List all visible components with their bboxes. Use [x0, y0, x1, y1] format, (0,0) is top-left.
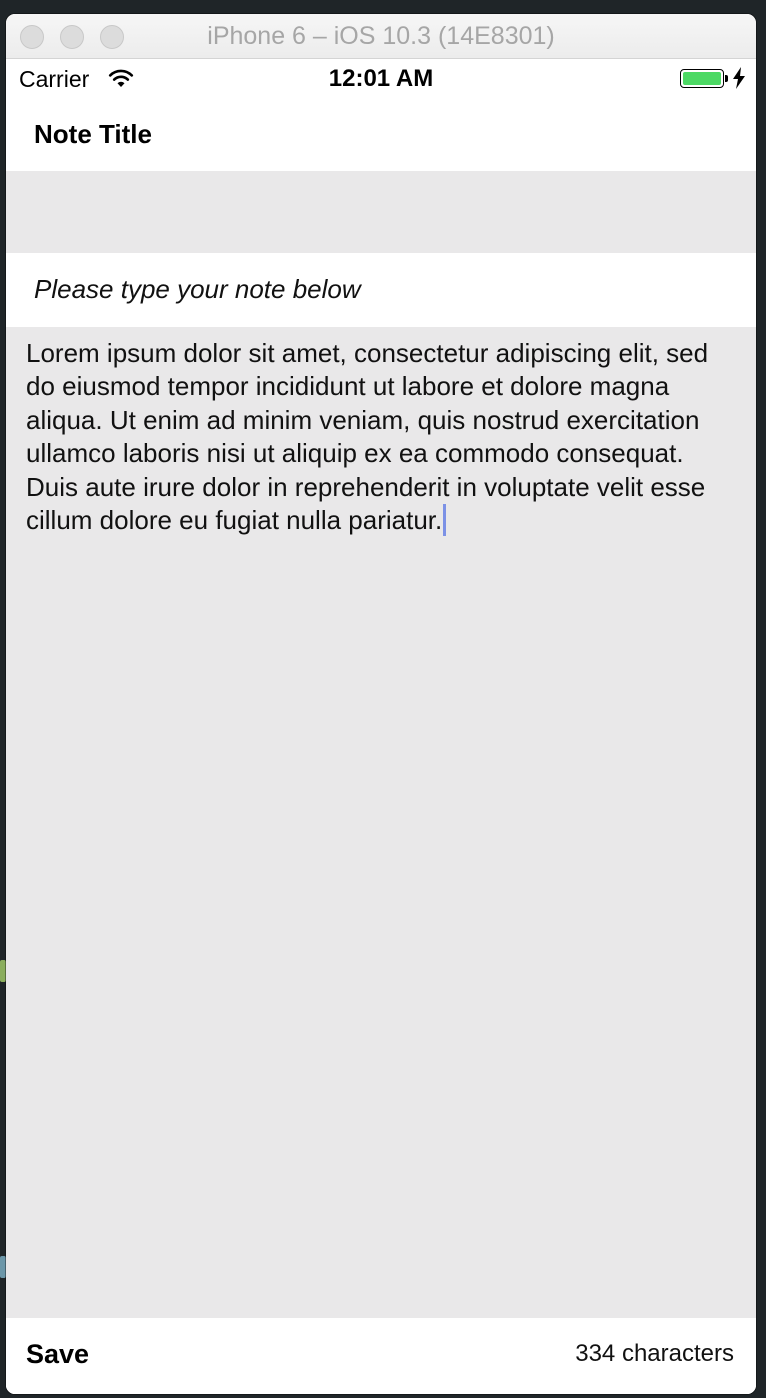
note-prompt-row: Please type your note below [6, 253, 756, 327]
note-body-textarea[interactable]: Lorem ipsum dolor sit amet, consectetur … [6, 327, 756, 1318]
text-cursor [443, 504, 447, 537]
window-title: iPhone 6 – iOS 10.3 (14E8301) [207, 22, 555, 50]
note-body-content: Lorem ipsum dolor sit amet, consectetur … [26, 338, 716, 536]
device-screen: Carrier 12:01 AM Note Title Please type … [6, 59, 756, 1394]
save-button[interactable]: Save [26, 1339, 89, 1370]
note-title-header: Note Title [6, 99, 756, 171]
battery-tip [725, 75, 728, 82]
charging-bolt-icon [733, 67, 745, 89]
bottom-toolbar: Save 334 characters [6, 1318, 756, 1394]
simulator-window: iPhone 6 – iOS 10.3 (14E8301) Carrier 12… [6, 14, 756, 1394]
note-body-text: Lorem ipsum dolor sit amet, consectetur … [26, 337, 738, 537]
battery-icon [680, 69, 724, 88]
battery-level [683, 72, 721, 85]
status-time: 12:01 AM [328, 65, 434, 92]
note-prompt-label: Please type your note below [34, 274, 361, 304]
note-title-input[interactable] [6, 171, 756, 253]
window-titlebar: iPhone 6 – iOS 10.3 (14E8301) [6, 14, 756, 59]
character-count: 334 characters [575, 1340, 734, 1367]
status-bar: Carrier 12:01 AM [6, 59, 756, 99]
page-title: Note Title [34, 119, 152, 149]
